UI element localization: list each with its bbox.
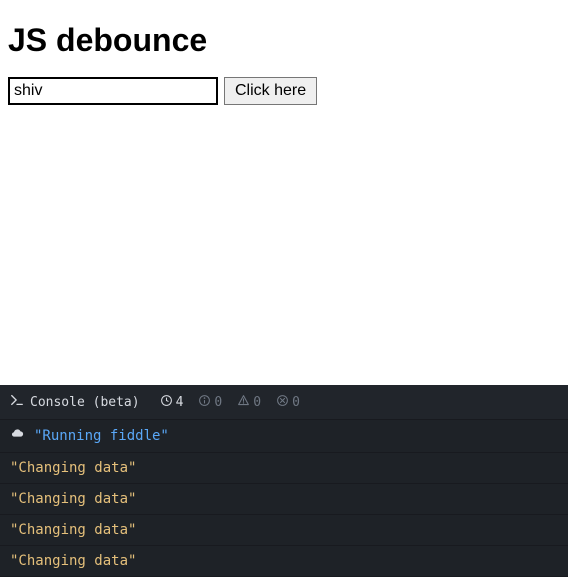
stat-info[interactable]: 0 bbox=[198, 394, 222, 411]
warning-icon bbox=[237, 394, 250, 411]
log-message: "Changing data" bbox=[10, 522, 136, 538]
text-input[interactable] bbox=[8, 77, 218, 105]
stat-logs[interactable]: 4 bbox=[160, 394, 184, 411]
click-here-button[interactable]: Click here bbox=[224, 77, 317, 105]
stat-warnings[interactable]: 0 bbox=[237, 394, 261, 411]
stat-errors-count: 0 bbox=[292, 395, 300, 410]
stat-logs-count: 4 bbox=[176, 395, 184, 410]
clock-icon bbox=[160, 394, 173, 411]
stat-errors[interactable]: 0 bbox=[276, 394, 300, 411]
log-message: "Changing data" bbox=[10, 460, 136, 476]
error-icon bbox=[276, 394, 289, 411]
console-header: Console (beta) 4 0 0 0 bbox=[0, 385, 568, 420]
log-message: "Changing data" bbox=[10, 553, 136, 569]
info-icon bbox=[198, 394, 211, 411]
stat-warnings-count: 0 bbox=[253, 395, 261, 410]
log-row: "Changing data" bbox=[0, 546, 568, 577]
log-message: "Running fiddle" bbox=[34, 428, 169, 444]
log-row: "Changing data" bbox=[0, 484, 568, 515]
log-message: "Changing data" bbox=[10, 491, 136, 507]
log-row: "Changing data" bbox=[0, 515, 568, 546]
page-title: JS debounce bbox=[8, 22, 560, 59]
log-row: "Changing data" bbox=[0, 453, 568, 484]
console-log-list: "Running fiddle" "Changing data" "Changi… bbox=[0, 420, 568, 577]
prompt-icon bbox=[10, 393, 24, 411]
console-title[interactable]: Console (beta) bbox=[30, 395, 140, 410]
stat-info-count: 0 bbox=[214, 395, 222, 410]
console-panel: Console (beta) 4 0 0 0 bbox=[0, 385, 568, 577]
cloud-icon bbox=[10, 427, 24, 445]
controls-row: Click here bbox=[8, 77, 560, 105]
result-pane: JS debounce Click here bbox=[0, 0, 568, 385]
log-row: "Running fiddle" bbox=[0, 420, 568, 453]
